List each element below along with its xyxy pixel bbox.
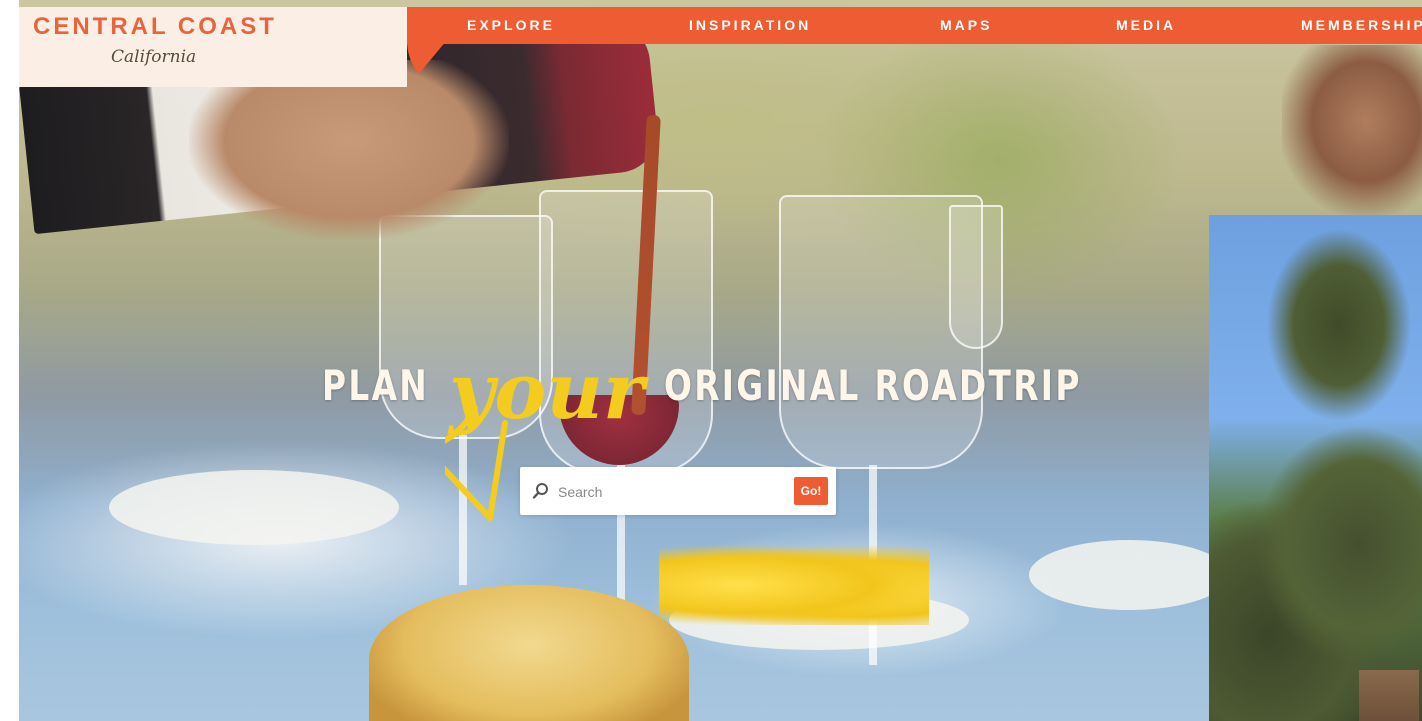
headline-original-roadtrip: ORIGINAL ROADTRIP xyxy=(664,361,1082,410)
wooden-post xyxy=(1359,670,1419,721)
wine-glass xyxy=(949,205,1003,349)
logo-subtitle: California xyxy=(111,47,197,67)
logo-title: CENTRAL COAST xyxy=(33,13,277,40)
hand xyxy=(189,60,509,240)
plate xyxy=(109,470,399,545)
headline-plan: PLAN xyxy=(322,361,430,410)
nav-item-maps[interactable]: MAPS xyxy=(940,17,992,33)
search-go-button[interactable]: Go! xyxy=(794,477,828,505)
nav-item-media[interactable]: MEDIA xyxy=(1116,17,1176,33)
site-logo[interactable]: CENTRAL COAST California xyxy=(19,7,407,87)
plate xyxy=(1029,540,1229,610)
side-video-panel[interactable] xyxy=(1209,215,1422,721)
nav-item-explore[interactable]: EXPLORE xyxy=(467,17,555,33)
main-nav: EXPLORE INSPIRATION MAPS MEDIA MEMBERSHI… xyxy=(407,7,1422,44)
bread-loaf xyxy=(369,585,689,721)
nav-item-inspiration[interactable]: INSPIRATION xyxy=(689,17,811,33)
headline-your-script: your xyxy=(445,346,649,521)
headline-your: your xyxy=(447,346,649,437)
nav-item-membership[interactable]: MEMBERSHIP xyxy=(1301,17,1422,33)
lemon-wedges xyxy=(659,545,929,625)
person xyxy=(1282,45,1422,215)
